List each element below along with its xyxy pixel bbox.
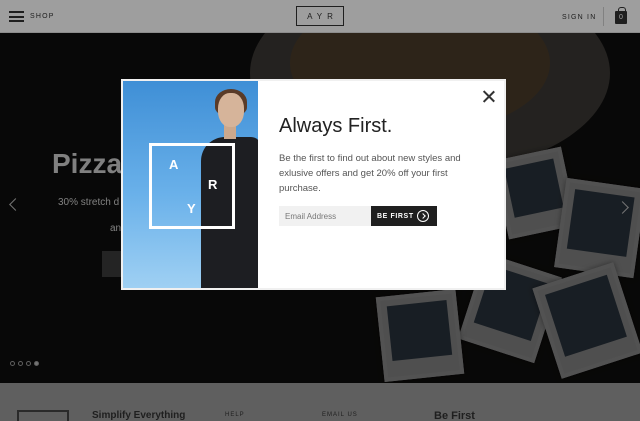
model-face [218, 93, 244, 127]
logo-letter-r: R [208, 177, 218, 192]
close-icon[interactable] [483, 90, 495, 102]
email-input[interactable] [279, 206, 371, 226]
ayr-logo-mark: A R Y [149, 143, 235, 229]
arrow-circle-icon [417, 210, 429, 222]
logo-letter-a: A [169, 157, 179, 172]
be-first-label: BE FIRST [377, 212, 414, 220]
logo-letter-y: Y [187, 201, 196, 216]
modal-model-image: A R Y [123, 81, 258, 288]
be-first-button[interactable]: BE FIRST [371, 206, 437, 226]
modal-title: Always First. [279, 115, 393, 137]
signup-modal: A R Y Always First. Be the first to find… [121, 79, 506, 290]
modal-description: Be the first to find out about new style… [279, 153, 461, 194]
